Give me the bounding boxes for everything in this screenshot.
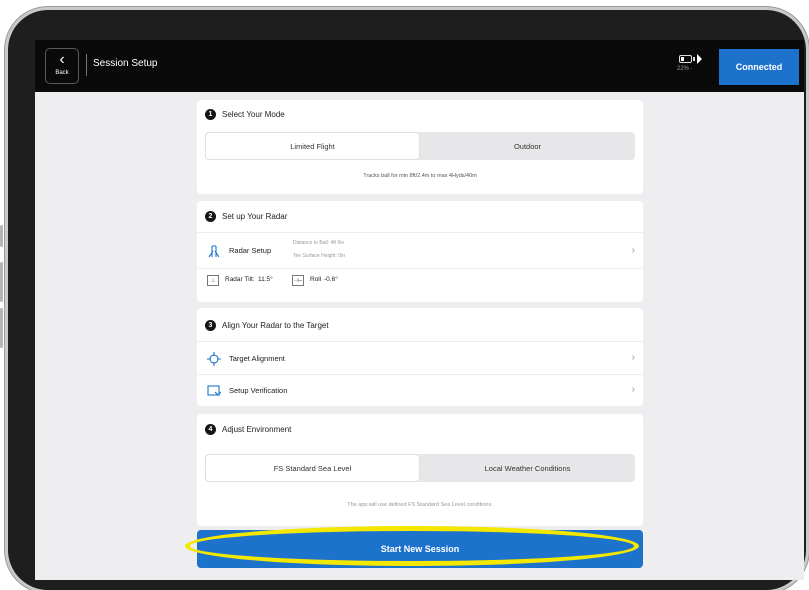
environment-section-header: 4 Adjust Environment — [205, 423, 291, 435]
tee-surface-height: Tee Surface Height: 0in — [293, 253, 345, 259]
mode-segmented-control: Limited Flight Outdoor — [205, 132, 635, 160]
hardware-button — [0, 225, 3, 247]
tablet-frame: ‹ Back Session Setup 22% · Connected 1 S… — [0, 10, 806, 590]
step-number-badge: 4 — [205, 423, 216, 435]
roll-label: Roll — [310, 276, 322, 283]
radar-section-header: 2 Set up Your Radar — [205, 210, 287, 222]
header-divider — [86, 54, 87, 76]
page-title: Session Setup — [93, 58, 158, 69]
divider — [197, 341, 643, 342]
environment-segmented-control: FS Standard Sea Level Local Weather Cond… — [205, 454, 635, 482]
setup-verification-label: Setup Verification — [229, 386, 288, 395]
battery-icon — [679, 55, 692, 63]
back-button[interactable]: ‹ Back — [45, 48, 79, 84]
connected-button[interactable]: Connected — [719, 49, 799, 85]
chevron-left-icon: ‹ — [59, 51, 65, 68]
step-number-badge: 3 — [205, 319, 216, 331]
highlight-ellipse — [185, 526, 639, 566]
setup-verification-row[interactable]: Setup Verification › — [197, 376, 643, 406]
target-alignment-label: Target Alignment — [229, 354, 285, 363]
environment-option-local-weather[interactable]: Local Weather Conditions — [420, 454, 635, 482]
radar-setup-row[interactable]: Radar Setup Distance to Ball: 4ft 0in Te… — [197, 234, 643, 268]
chevron-right-icon: › — [631, 245, 635, 256]
mode-section-header: 1 Select Your Mode — [205, 108, 285, 120]
environment-card: 4 Adjust Environment FS Standard Sea Lev… — [197, 414, 643, 526]
app-screen: ‹ Back Session Setup 22% · Connected 1 S… — [35, 40, 804, 580]
battery-tip — [693, 57, 695, 61]
mode-note: Tracks ball for min 8ft/2.4m to max 4Hyd… — [363, 173, 477, 179]
align-card: 3 Align Your Radar to the Target Target … — [197, 308, 643, 406]
top-bar: ‹ Back Session Setup 22% · Connected — [35, 40, 804, 92]
chevron-right-icon: › — [631, 352, 635, 363]
back-label: Back — [55, 70, 69, 76]
play-arrow-icon — [697, 54, 702, 64]
radar-tilt-row: ⊥ Radar Tilt: 11.5° ⊣⊢ Roll -0.6° — [197, 271, 643, 293]
roll-icon: ⊣⊢ — [292, 275, 304, 286]
radar-setup-label: Radar Setup — [229, 246, 272, 255]
environment-note: The app will use defined FS Standard Sea… — [347, 502, 493, 508]
radar-icon — [208, 245, 220, 258]
mode-card: 1 Select Your Mode Limited Flight Outdoo… — [197, 100, 643, 194]
section-title: Set up Your Radar — [222, 211, 288, 221]
battery-indicator: 22% · — [677, 53, 702, 79]
environment-option-standard[interactable]: FS Standard Sea Level — [205, 454, 420, 482]
battery-percentage: 22% · — [677, 66, 693, 72]
radar-tilt-label: Radar Tilt: — [225, 276, 255, 283]
hardware-button — [0, 262, 3, 302]
divider — [197, 232, 643, 233]
target-alignment-row[interactable]: Target Alignment › — [197, 344, 643, 374]
mode-option-limited-flight[interactable]: Limited Flight — [205, 132, 420, 160]
verification-icon — [207, 385, 221, 396]
section-title: Adjust Environment — [222, 424, 292, 434]
section-title: Align Your Radar to the Target — [222, 320, 329, 330]
step-number-badge: 2 — [205, 210, 216, 222]
tilt-icon: ⊥ — [207, 275, 219, 286]
mode-option-outdoor[interactable]: Outdoor — [420, 132, 635, 160]
roll-value: -0.6° — [324, 276, 338, 283]
chevron-right-icon: › — [631, 384, 635, 395]
align-section-header: 3 Align Your Radar to the Target — [205, 319, 329, 331]
hardware-button — [0, 308, 3, 348]
divider — [197, 374, 643, 375]
radar-card: 2 Set up Your Radar Radar Setup Distance… — [197, 201, 643, 302]
divider — [197, 268, 643, 269]
crosshair-icon — [207, 352, 221, 366]
radar-tilt-value: 11.5° — [258, 276, 273, 283]
section-title: Select Your Mode — [222, 109, 285, 119]
distance-to-ball: Distance to Ball: 4ft 0in — [293, 240, 345, 246]
step-number-badge: 1 — [205, 108, 216, 120]
